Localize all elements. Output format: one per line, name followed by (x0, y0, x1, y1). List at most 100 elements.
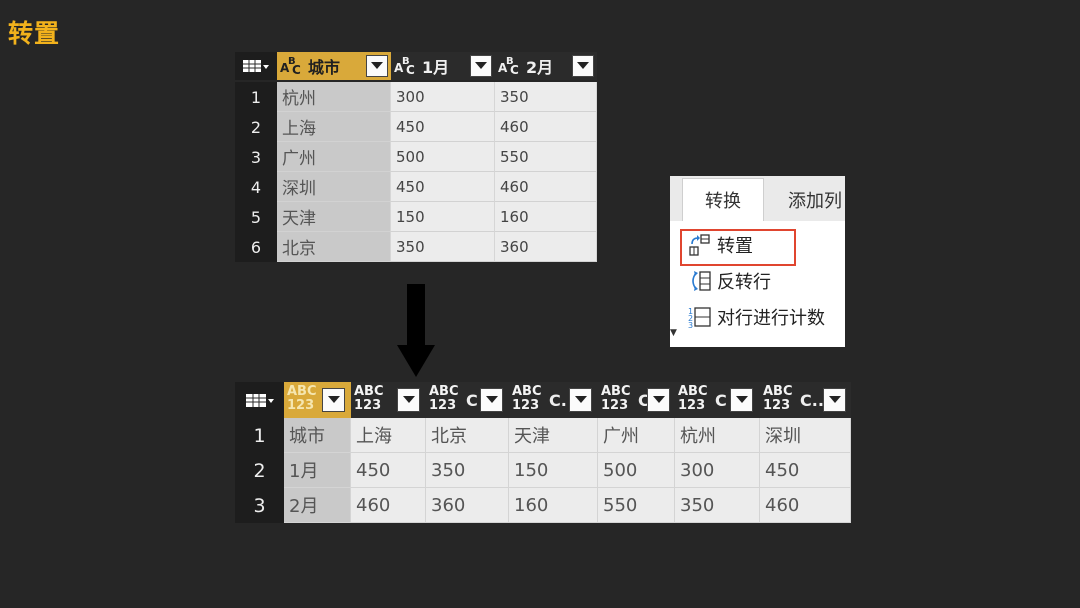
down-arrow-head (397, 345, 435, 377)
column-header-label: C (715, 391, 727, 410)
any-type-icon: ABC 123 (287, 384, 317, 413)
table-cell[interactable]: 350 (426, 453, 509, 488)
table-cell[interactable]: 360 (426, 488, 509, 523)
table-cell[interactable]: 360 (495, 232, 597, 262)
table-cell[interactable]: 150 (509, 453, 598, 488)
table-cell[interactable]: 450 (760, 453, 851, 488)
row-number: 3 (235, 142, 277, 172)
count-rows-label: 对行进行计数 (717, 308, 825, 329)
table-grid-icon (245, 394, 274, 407)
column-header-4[interactable]: ABC 123 C. (509, 382, 598, 418)
column-dropdown-button[interactable] (823, 388, 846, 412)
text-type-icon: ABC (498, 56, 519, 77)
table-cell[interactable]: 460 (495, 112, 597, 142)
table-cell[interactable]: 460 (760, 488, 851, 523)
column-header-1[interactable]: ABC 123 (284, 382, 351, 418)
table-cell[interactable]: 广州 (598, 418, 675, 453)
column-dropdown-button[interactable] (470, 55, 492, 77)
table-cell[interactable]: 上海 (277, 112, 391, 142)
table-cell[interactable]: 杭州 (277, 82, 391, 112)
column-dropdown-button[interactable] (572, 55, 594, 77)
count-rows-icon: 1 2 3 (688, 307, 711, 329)
table-cell[interactable]: 550 (495, 142, 597, 172)
count-rows-button[interactable]: 1 2 3 对行进行计数 (688, 304, 825, 330)
table-cell[interactable]: 450 (351, 453, 426, 488)
table-cell[interactable]: 500 (391, 142, 495, 172)
table-cell[interactable]: 天津 (277, 202, 391, 232)
table-cell[interactable]: 北京 (277, 232, 391, 262)
table-cell[interactable]: 深圳 (277, 172, 391, 202)
row-number: 3 (235, 488, 284, 523)
column-header-label: 1月 (422, 58, 450, 77)
tab-transform[interactable]: 转换 (682, 178, 764, 221)
chevron-down-icon (327, 396, 340, 403)
column-header-feb[interactable]: ABC 2月 (495, 52, 597, 80)
column-header-city[interactable]: ABC 城市 (277, 52, 391, 80)
table-cell[interactable]: 北京 (426, 418, 509, 453)
column-dropdown-button[interactable] (569, 388, 592, 412)
column-dropdown-button[interactable] (397, 388, 420, 412)
table-menu-button[interactable] (235, 382, 284, 418)
table-cell[interactable]: 深圳 (760, 418, 851, 453)
reverse-rows-button[interactable]: 反转行 (688, 268, 771, 294)
table-cell[interactable]: 1月 (284, 453, 351, 488)
chevron-down-icon (574, 396, 587, 403)
text-type-icon: ABC (280, 56, 301, 77)
table-cell[interactable]: 450 (391, 112, 495, 142)
column-header-7[interactable]: ABC 123 C.. (760, 382, 851, 418)
table-cell[interactable]: 350 (675, 488, 760, 523)
table-cell[interactable]: 上海 (351, 418, 426, 453)
ribbon-panel: 转换 添加列 转置 反转行 1 2 3 对行进行计数 ▼ (670, 176, 845, 347)
table-cell[interactable]: 300 (675, 453, 760, 488)
transposed-table: ABC 123 ABC 123 ABC 123 C ABC 123 C. ABC 123 … (235, 382, 851, 524)
table-cell[interactable]: 天津 (509, 418, 598, 453)
column-dropdown-button[interactable] (647, 388, 670, 412)
highlight-box (680, 229, 796, 266)
table-cell[interactable]: 350 (391, 232, 495, 262)
down-arrow-icon (407, 284, 425, 346)
any-type-icon: ABC 123 (601, 384, 631, 413)
column-dropdown-button[interactable] (730, 388, 753, 412)
chevron-down-icon (475, 62, 487, 69)
table-cell[interactable]: 广州 (277, 142, 391, 172)
row-number: 1 (235, 418, 284, 453)
column-header-6[interactable]: ABC 123 C (675, 382, 760, 418)
column-dropdown-button[interactable] (322, 388, 345, 412)
chevron-down-icon (652, 396, 665, 403)
slide-title: 转置 (8, 19, 61, 48)
tab-add-column[interactable]: 添加列 (788, 178, 842, 221)
any-type-icon: ABC 123 (429, 384, 459, 413)
reverse-rows-icon (692, 271, 711, 291)
chevron-down-icon (371, 62, 383, 69)
table-cell[interactable]: 460 (351, 488, 426, 523)
table-cell[interactable]: 城市 (284, 418, 351, 453)
column-dropdown-button[interactable] (480, 388, 503, 412)
column-header-5[interactable]: ABC 123 C (598, 382, 675, 418)
table-cell[interactable]: 460 (495, 172, 597, 202)
table-cell[interactable]: 160 (495, 202, 597, 232)
chevron-down-icon (735, 396, 748, 403)
table-cell[interactable]: 350 (495, 82, 597, 112)
table-cell[interactable]: 150 (391, 202, 495, 232)
row-number: 6 (235, 232, 277, 262)
table-cell[interactable]: 500 (598, 453, 675, 488)
chevron-down-icon (485, 396, 498, 403)
column-header-jan[interactable]: ABC 1月 (391, 52, 495, 80)
table-cell[interactable]: 450 (391, 172, 495, 202)
table-cell[interactable]: 160 (509, 488, 598, 523)
column-header-label: C.. (800, 391, 824, 410)
column-header-2[interactable]: ABC 123 (351, 382, 426, 418)
table-cell[interactable]: 300 (391, 82, 495, 112)
any-type-icon: ABC 123 (763, 384, 793, 413)
column-header-3[interactable]: ABC 123 C (426, 382, 509, 418)
chevron-down-icon (402, 396, 415, 403)
chevron-down-icon: ▼ (670, 328, 677, 338)
column-dropdown-button[interactable] (366, 55, 388, 77)
table-cell[interactable]: 550 (598, 488, 675, 523)
table-cell[interactable]: 杭州 (675, 418, 760, 453)
row-number: 2 (235, 112, 277, 142)
table-menu-button[interactable] (235, 52, 277, 80)
table-cell[interactable]: 2月 (284, 488, 351, 523)
any-type-icon: ABC 123 (678, 384, 708, 413)
row-number: 1 (235, 82, 277, 112)
